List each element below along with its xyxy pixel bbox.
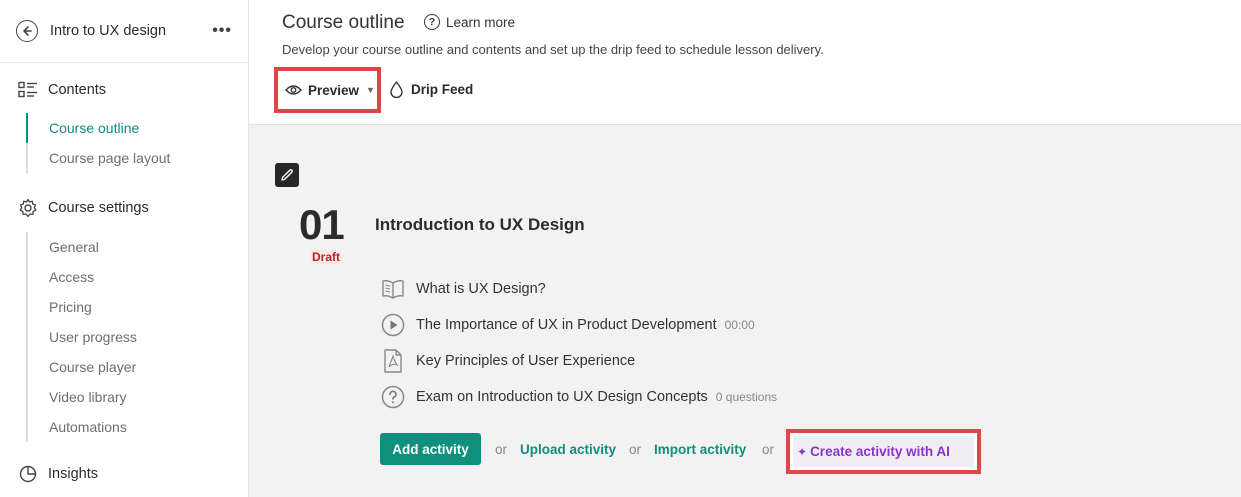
sidebar-header: Intro to UX design ••• <box>0 0 248 63</box>
activity-item[interactable]: Exam on Introduction to UX Design Concep… <box>381 384 777 410</box>
book-icon <box>381 277 405 301</box>
activity-title: Exam on Introduction to UX Design Concep… <box>416 389 708 405</box>
preview-label: Preview <box>308 82 360 98</box>
sidebar-item-automations[interactable]: Automations <box>28 412 248 442</box>
sidebar-item-pricing[interactable]: Pricing <box>28 292 248 322</box>
activity-item[interactable]: Key Principles of User Experience <box>381 348 635 374</box>
contents-submenu: Course outline Course page layout <box>26 113 248 173</box>
settings-submenu: General Access Pricing User progress Cou… <box>26 232 248 442</box>
or-separator: or <box>629 442 642 457</box>
add-activity-button[interactable]: Add activity <box>380 433 481 465</box>
sidebar-item-general[interactable]: General <box>28 232 248 262</box>
create-activity-ai-link[interactable]: ✦ Create activity with AI <box>793 436 974 467</box>
drip-feed-button[interactable]: Drip Feed <box>390 81 473 98</box>
sidebar-section-label: Course settings <box>48 200 149 216</box>
eye-icon <box>285 84 302 96</box>
module-number: 01 <box>299 201 345 248</box>
activity-item[interactable]: The Importance of UX in Product Developm… <box>381 312 755 338</box>
page-header: Course outline ? Learn more Develop your… <box>249 0 1241 125</box>
or-separator: or <box>495 442 508 457</box>
learn-more-label: Learn more <box>446 14 516 30</box>
drip-feed-label: Drip Feed <box>411 82 474 97</box>
sidebar-item-access[interactable]: Access <box>28 262 248 292</box>
import-activity-link[interactable]: Import activity <box>654 442 746 457</box>
upload-activity-link[interactable]: Upload activity <box>520 442 616 457</box>
module-title[interactable]: Introduction to UX Design <box>375 215 585 235</box>
course-title: Intro to UX design <box>50 23 167 39</box>
create-activity-ai-highlight: ✦ Create activity with AI <box>786 429 981 474</box>
page-title: Course outline <box>282 12 405 33</box>
more-options-icon[interactable]: ••• <box>212 22 232 40</box>
main-panel: Course outline ? Learn more Develop your… <box>249 0 1241 497</box>
status-badge: Draft <box>310 250 343 264</box>
play-icon <box>381 313 405 337</box>
sidebar-section-label: Insights <box>48 466 98 482</box>
caret-down-icon: ▼ <box>366 85 375 95</box>
activity-title: The Importance of UX in Product Developm… <box>416 317 717 333</box>
activity-question-count: 0 questions <box>715 390 778 404</box>
edit-module-button[interactable] <box>275 163 299 187</box>
sidebar-item-course-outline[interactable]: Course outline <box>26 113 248 143</box>
sidebar-section-course-settings[interactable]: Course settings <box>0 196 248 220</box>
sidebar: Intro to UX design ••• Contents Course o… <box>0 0 249 497</box>
pencil-icon <box>280 168 294 182</box>
pie-chart-icon <box>18 464 38 484</box>
activity-title: Key Principles of User Experience <box>416 353 636 369</box>
course-content-area: 01 Draft Introduction to UX Design What … <box>249 125 1241 497</box>
sidebar-item-user-progress[interactable]: User progress <box>28 322 248 352</box>
sparkle-icon: ✦ <box>797 444 808 459</box>
sidebar-section-label: Contents <box>48 82 107 98</box>
activity-item[interactable]: What is UX Design? <box>381 276 546 302</box>
sidebar-section-insights[interactable]: Insights <box>0 462 248 486</box>
sidebar-item-course-page-layout[interactable]: Course page layout <box>28 143 248 173</box>
droplet-icon <box>390 81 403 98</box>
activity-title: What is UX Design? <box>416 281 546 297</box>
help-icon: ? <box>424 14 440 30</box>
preview-dropdown[interactable]: Preview ▼ <box>274 67 381 113</box>
question-icon <box>381 385 405 409</box>
list-icon <box>18 80 38 100</box>
back-arrow-icon[interactable] <box>16 20 38 42</box>
pdf-icon <box>381 349 405 373</box>
or-separator: or <box>762 442 775 457</box>
sidebar-item-video-library[interactable]: Video library <box>28 382 248 412</box>
gear-icon <box>18 198 38 218</box>
sidebar-item-course-player[interactable]: Course player <box>28 352 248 382</box>
page-description: Develop your course outline and contents… <box>282 42 824 57</box>
learn-more-link[interactable]: ? Learn more <box>424 14 515 30</box>
create-activity-ai-label: Create activity with AI <box>810 444 950 459</box>
activity-duration: 00:00 <box>724 318 755 332</box>
sidebar-section-contents[interactable]: Contents <box>0 78 248 102</box>
